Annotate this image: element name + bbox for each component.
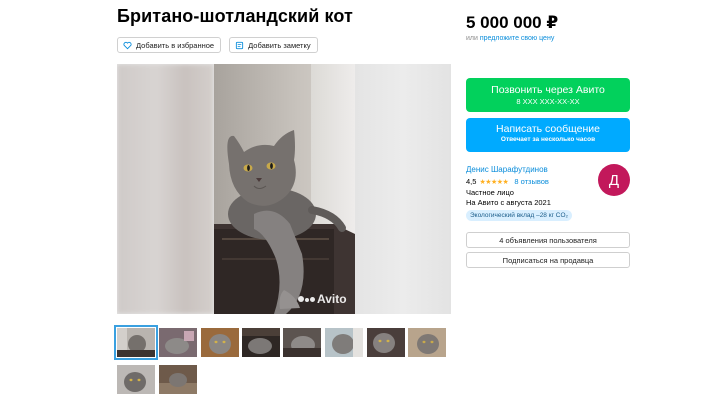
seller-rating: 4,5 ★★★★★ 8 отзывов [466,177,549,186]
call-button[interactable]: Позвонить через Авито 8 XXX XXX-XX-XX [466,78,630,112]
seller-since: На Авито с августа 2021 [466,198,551,207]
add-to-favorites-button[interactable]: Добавить в избранное [117,37,222,53]
add-note-button[interactable]: Добавить заметку [229,37,318,53]
main-photo[interactable] [214,64,355,314]
gallery-blur-right [355,64,451,314]
call-button-phone: 8 XXX XXX-XX-XX [516,97,580,106]
note-icon [236,41,244,49]
price-offer-line: или предложите свою цену [466,35,554,42]
watermark-text: Avito [317,292,347,306]
reviews-link[interactable]: 8 отзывов [514,177,549,186]
seller-type: Частное лицо [466,188,514,197]
listing-action-row: Добавить в избранное Добавить заметку [117,37,318,53]
user-listings-button[interactable]: 4 объявления пользователя [466,232,630,248]
subscribe-seller-button[interactable]: Подписаться на продавца [466,252,630,268]
thumbnail[interactable] [325,328,363,357]
eco-badge[interactable]: Экологический вклад –28 кг CO₂ [466,210,573,221]
thumbnail[interactable] [114,325,158,360]
add-to-favorites-label: Добавить в избранное [136,40,215,50]
thumbnail[interactable] [367,328,405,357]
thumbnail[interactable] [408,328,446,357]
heart-icon [123,41,132,49]
offer-price-link[interactable]: предложите свою цену [480,35,554,42]
message-button-sub: Отвечает за несколько часов [500,136,596,143]
thumbnail[interactable] [201,328,239,357]
add-note-label: Добавить заметку [248,40,311,50]
thumbnail[interactable] [159,365,197,394]
price-offer-prefix: или [466,35,478,42]
thumbnail[interactable] [242,328,280,357]
avito-logo-icon [298,296,315,302]
avito-watermark: Avito [298,292,347,306]
message-button[interactable]: Написать сообщение Отвечает за несколько… [466,118,630,152]
thumbnail[interactable] [159,328,197,357]
call-button-label: Позвонить через Авито [491,84,605,96]
rating-stars-icon: ★★★★★ [479,178,509,186]
thumbnail[interactable] [117,365,155,394]
message-button-label: Написать сообщение [496,123,600,135]
price-value: 5 000 000 ₽ [466,13,559,32]
seller-avatar[interactable]: Д [598,164,630,196]
seller-name-link[interactable]: Денис Шарафутдинов [466,165,548,174]
listing-title: Британо-шотландский кот [117,6,353,26]
gallery-blur-left [117,64,214,314]
photo-gallery[interactable]: Avito [117,64,451,314]
rating-value: 4,5 [466,177,477,186]
thumbnail[interactable] [283,328,321,357]
